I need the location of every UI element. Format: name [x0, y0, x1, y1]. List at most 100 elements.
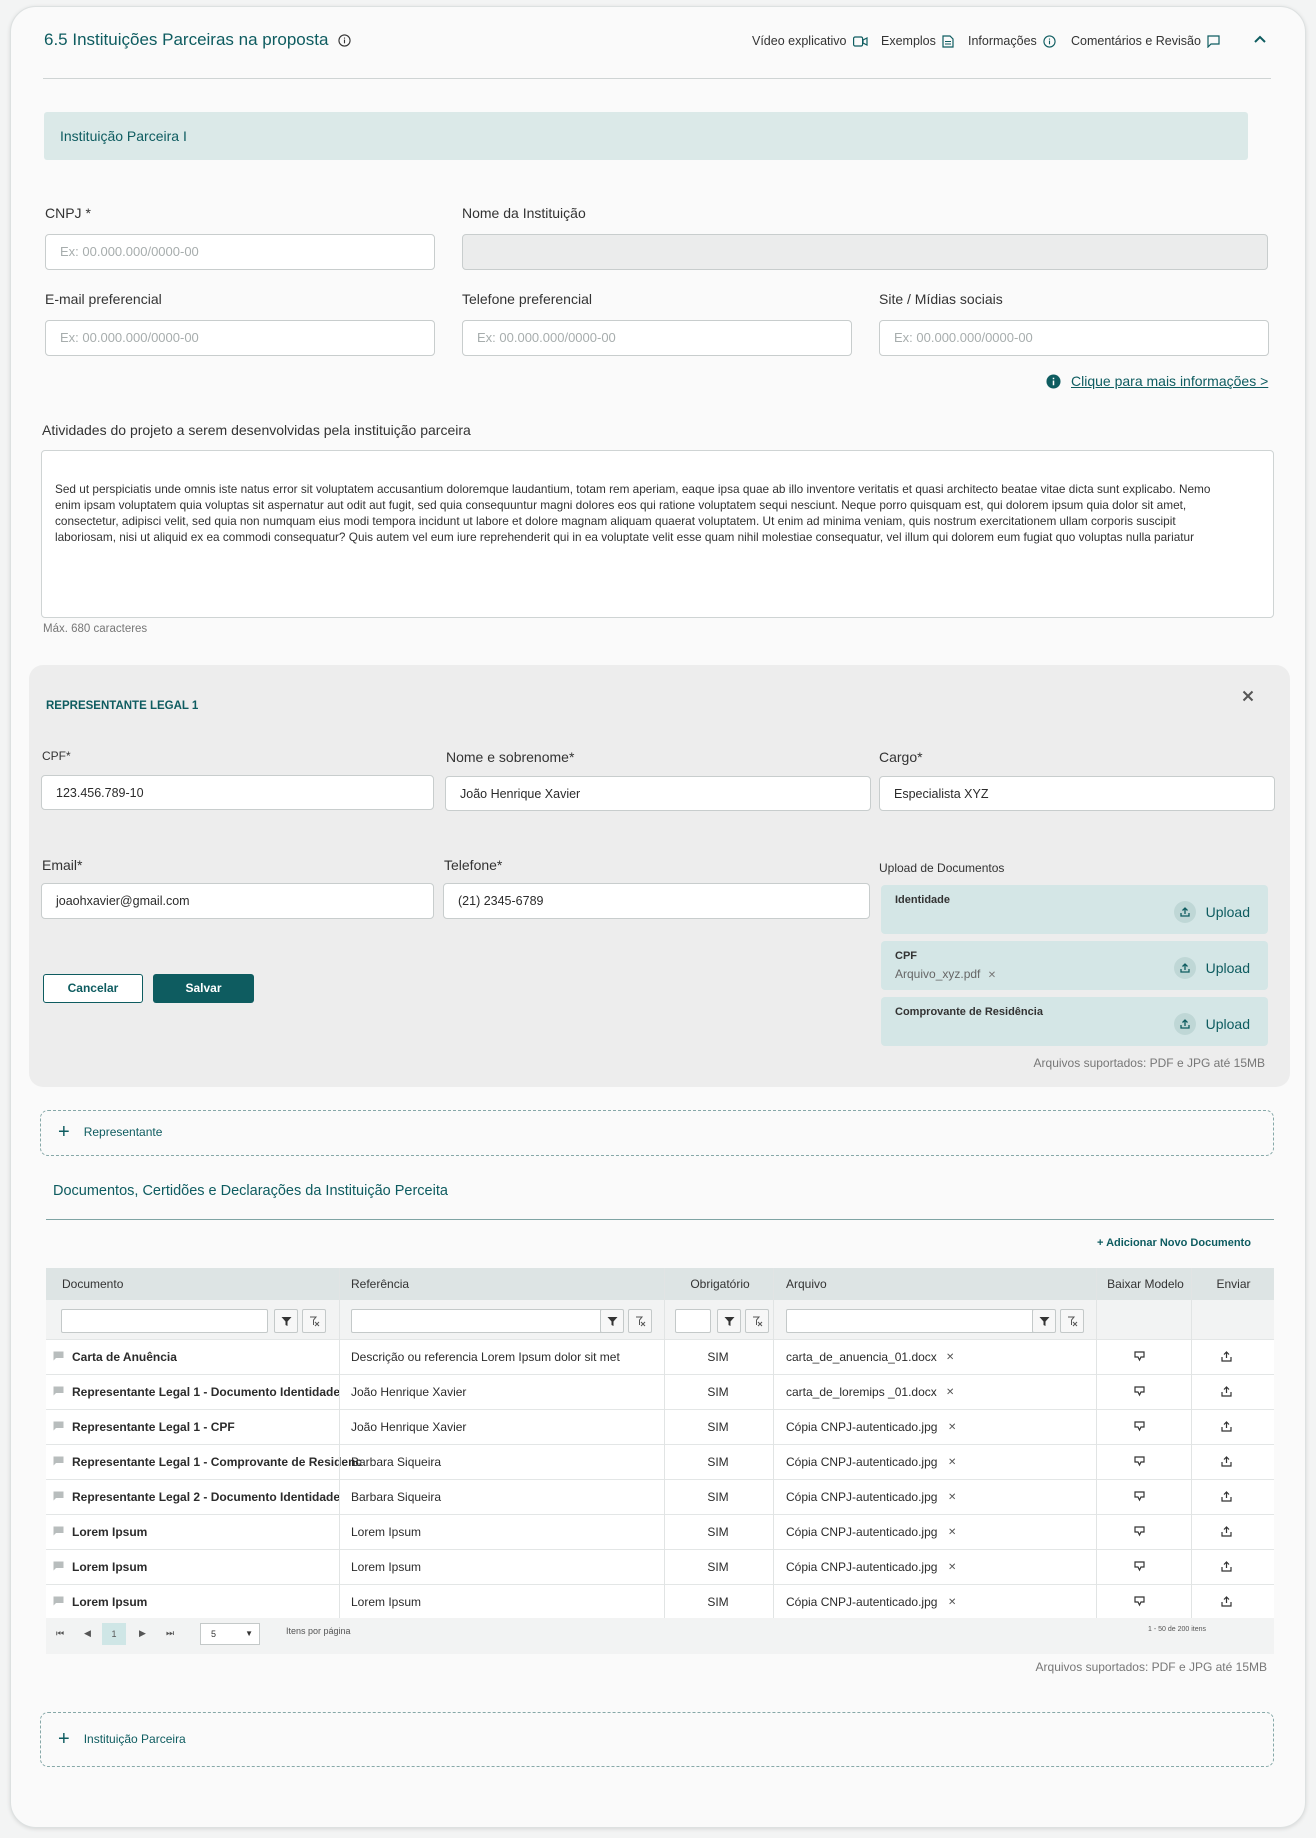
phone-input[interactable]: Ex: 00.000.000/0000-00 — [462, 320, 852, 356]
col-obrigatorio[interactable]: Obrigatório — [666, 1268, 774, 1300]
remove-file-icon[interactable]: ✕ — [946, 1375, 954, 1410]
add-institution-button[interactable] — [40, 1712, 1274, 1767]
activities-textarea[interactable]: Sed ut perspiciatis unde omnis iste natu… — [41, 450, 1274, 618]
site-input[interactable]: Ex: 00.000.000/0000-00 — [879, 320, 1269, 356]
clear-filter-icon[interactable] — [1060, 1309, 1084, 1333]
table-row: Lorem Ipsum Lorem Ipsum SIM Cópia CNPJ-aute… — [46, 1550, 1274, 1585]
doc-file[interactable]: Cópia CNPJ-autenticado.jpg — [786, 1445, 961, 1480]
send-upload-icon[interactable] — [1220, 1482, 1233, 1517]
current-page[interactable]: 1 — [102, 1623, 126, 1645]
comment-icon[interactable] — [53, 1550, 64, 1585]
prev-page-icon[interactable]: ◀ — [84, 1628, 91, 1639]
add-representative-button[interactable] — [40, 1110, 1274, 1156]
doc-name: Lorem Ipsum — [72, 1525, 148, 1539]
doc-file[interactable]: Cópia CNPJ-autenticado.jpg — [786, 1585, 961, 1620]
save-button[interactable]: Salvar — [153, 974, 254, 1003]
rep-cpf-input[interactable]: 123.456.789-10 — [41, 775, 434, 810]
doc-file[interactable]: Cópia CNPJ-autenticado.jpg — [786, 1515, 961, 1550]
comment-icon[interactable] — [53, 1340, 64, 1375]
download-template-icon[interactable] — [1133, 1377, 1146, 1412]
filter-documento-input[interactable] — [61, 1309, 268, 1333]
send-upload-icon[interactable] — [1220, 1587, 1233, 1622]
remove-file-icon[interactable]: ✕ — [948, 1585, 956, 1620]
clear-filter-icon[interactable] — [628, 1309, 652, 1333]
remove-file-icon[interactable]: ✕ — [946, 1340, 954, 1375]
download-template-icon[interactable] — [1133, 1342, 1146, 1377]
col-arquivo[interactable]: Arquivo — [786, 1268, 827, 1300]
col-enviar[interactable]: Enviar — [1193, 1268, 1274, 1300]
rep-role-input[interactable]: Especialista XYZ — [879, 776, 1275, 811]
comment-icon[interactable] — [53, 1375, 64, 1410]
rep-phone-input[interactable]: (21) 2345-6789 — [443, 883, 870, 919]
download-template-icon[interactable] — [1133, 1587, 1146, 1622]
download-template-icon[interactable] — [1133, 1447, 1146, 1482]
upload-identity-button[interactable]: Upload — [1173, 901, 1250, 923]
chevron-up-icon[interactable] — [1253, 34, 1267, 44]
upload-cpf-button[interactable]: Upload — [1173, 957, 1250, 979]
remove-file-icon[interactable]: ✕ — [988, 970, 996, 981]
remove-file-icon[interactable]: ✕ — [948, 1515, 956, 1550]
last-page-icon[interactable]: ⏭ — [166, 1628, 174, 1639]
add-institution-label: Instituição Parceira — [83, 1732, 186, 1746]
download-template-icon[interactable] — [1133, 1552, 1146, 1587]
doc-file[interactable]: Cópia CNPJ-autenticado.jpg — [786, 1480, 961, 1515]
doc-file[interactable]: Cópia CNPJ-autenticado.jpg — [786, 1410, 961, 1445]
filter-obrigatorio-input[interactable] — [675, 1309, 711, 1333]
close-icon[interactable] — [1242, 690, 1254, 702]
remove-file-icon[interactable]: ✕ — [948, 1480, 956, 1515]
filter-icon[interactable] — [717, 1309, 741, 1333]
info-link[interactable]: Informações — [968, 34, 1056, 48]
first-page-icon[interactable]: ⏮ — [56, 1628, 64, 1639]
col-referencia[interactable]: Referência — [351, 1268, 409, 1300]
col-baixar-modelo[interactable]: Baixar Modelo — [1098, 1268, 1193, 1300]
clear-filter-icon[interactable] — [745, 1309, 769, 1333]
next-page-icon[interactable]: ▶ — [139, 1628, 146, 1639]
comment-icon[interactable] — [53, 1445, 64, 1480]
filter-referencia-input[interactable] — [351, 1309, 606, 1333]
rep-email-input[interactable]: joaohxavier@gmail.com — [41, 883, 434, 919]
email-input[interactable]: Ex: 00.000.000/0000-00 — [45, 320, 435, 356]
send-upload-icon[interactable] — [1220, 1517, 1233, 1552]
rep-email-label: Email* — [42, 857, 83, 873]
send-upload-icon[interactable] — [1220, 1342, 1233, 1377]
filter-icon[interactable] — [600, 1309, 624, 1333]
filter-arquivo-input[interactable] — [786, 1309, 1035, 1333]
comments-link[interactable]: Comentários e Revisão — [1071, 34, 1220, 48]
send-upload-icon[interactable] — [1220, 1447, 1233, 1482]
doc-file[interactable]: carta_de_loremips _01.docx — [786, 1375, 961, 1410]
col-documento[interactable]: Documento — [62, 1268, 123, 1300]
filter-icon[interactable] — [1032, 1309, 1056, 1333]
add-document-link[interactable]: + Adicionar Novo Documento — [1097, 1237, 1251, 1249]
site-label: Site / Mídias sociais — [879, 291, 1003, 307]
remove-file-icon[interactable]: ✕ — [948, 1550, 956, 1585]
send-upload-icon[interactable] — [1220, 1377, 1233, 1412]
cnpj-input[interactable]: Ex: 00.000.000/0000-00 — [45, 234, 435, 270]
doc-reference: Lorem Ipsum — [351, 1525, 422, 1539]
filter-icon[interactable] — [274, 1309, 298, 1333]
download-template-icon[interactable] — [1133, 1412, 1146, 1447]
per-page-select[interactable]: 5 ▼ — [200, 1623, 260, 1645]
comment-icon[interactable] — [53, 1480, 64, 1515]
cancel-button[interactable]: Cancelar — [43, 974, 143, 1003]
send-upload-icon[interactable] — [1220, 1552, 1233, 1587]
info-icon[interactable] — [338, 33, 352, 47]
send-upload-icon[interactable] — [1220, 1412, 1233, 1447]
add-representative-content[interactable]: + Representante — [58, 1122, 162, 1142]
upload-residence-button[interactable]: Upload — [1173, 1013, 1250, 1035]
clear-filter-icon[interactable] — [302, 1309, 326, 1333]
doc-file[interactable]: Cópia CNPJ-autenticado.jpg — [786, 1550, 961, 1585]
download-template-icon[interactable] — [1133, 1517, 1146, 1552]
comment-icon[interactable] — [53, 1515, 64, 1550]
remove-file-icon[interactable]: ✕ — [948, 1445, 956, 1480]
more-info-link[interactable]: Clique para mais informações > — [1046, 373, 1268, 389]
comment-icon[interactable] — [53, 1585, 64, 1620]
comment-icon[interactable] — [53, 1410, 64, 1445]
remove-file-icon[interactable]: ✕ — [948, 1410, 956, 1445]
examples-link[interactable]: Exemplos — [881, 34, 954, 48]
rep-name-input[interactable]: João Henrique Xavier — [445, 776, 871, 811]
doc-file[interactable]: carta_de_anuencia_01.docx — [786, 1340, 961, 1375]
more-info-text[interactable]: Clique para mais informações > — [1071, 373, 1268, 389]
video-link[interactable]: Vídeo explicativo — [752, 34, 868, 48]
add-institution-content[interactable]: + Instituição Parceira — [58, 1729, 186, 1749]
download-template-icon[interactable] — [1133, 1482, 1146, 1517]
